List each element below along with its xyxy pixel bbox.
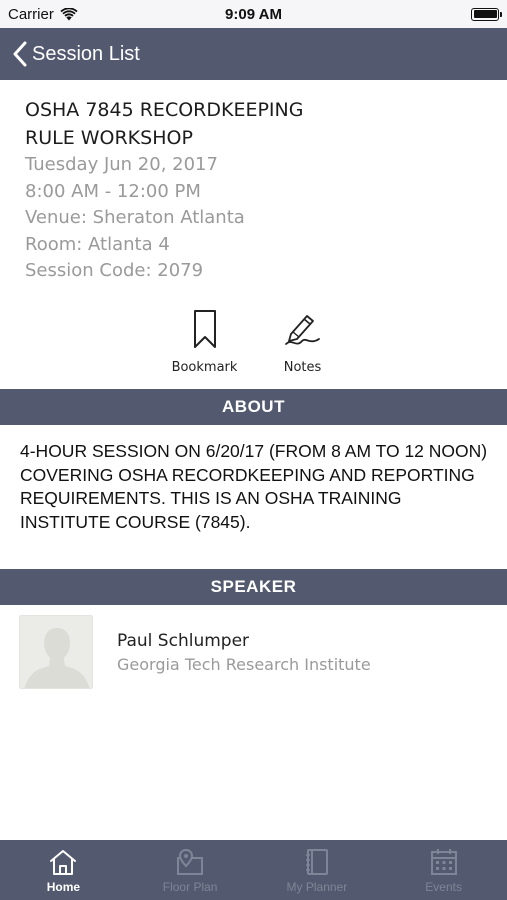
speaker-header: SPEAKER: [0, 569, 507, 605]
tab-events-label: Events: [425, 880, 462, 894]
notes-button[interactable]: Notes: [268, 308, 338, 375]
notes-label: Notes: [283, 360, 322, 375]
nav-bar: Session List: [0, 28, 507, 80]
session-room: Room: Atlanta 4: [25, 233, 170, 255]
tab-home[interactable]: Home: [8, 848, 118, 894]
tab-floor-plan-label: Floor Plan: [162, 880, 218, 894]
calendar-icon: [430, 849, 457, 875]
person-placeholder-icon: [24, 628, 90, 688]
back-label: Session List: [32, 42, 140, 65]
planner-icon: [305, 849, 328, 875]
tab-events[interactable]: Events: [389, 848, 499, 894]
chevron-left-icon: [13, 41, 27, 67]
session-date: Tuesday Jun 20, 2017: [25, 154, 218, 175]
tab-home-label: Home: [46, 880, 81, 894]
home-icon: [50, 850, 77, 875]
tab-bar: Home Floor Plan My Planner Events: [0, 840, 507, 900]
back-button[interactable]: Session List: [12, 41, 140, 67]
wifi-icon: [60, 7, 78, 20]
session-title-line2: RULE WORKSHOP: [25, 127, 193, 149]
session-venue: Venue: Sheraton Atlanta: [25, 207, 245, 228]
session-info: OSHA 7845 RECORDKEEPING RULE WORKSHOP Tu…: [25, 96, 485, 285]
session-actions: Bookmark Notes: [0, 308, 507, 375]
status-bar: Carrier 9:09 AM: [0, 0, 507, 28]
status-left: Carrier: [8, 6, 78, 23]
battery-level: [473, 10, 497, 18]
speaker-row[interactable]: Paul Schlumper Georgia Tech Research Ins…: [19, 615, 489, 689]
speaker-avatar: [19, 615, 93, 689]
speaker-name: Paul Schlumper: [117, 631, 250, 651]
bookmark-icon: [193, 310, 216, 348]
speaker-info: Paul Schlumper Georgia Tech Research Ins…: [117, 629, 371, 677]
battery-icon: [471, 7, 502, 21]
tab-floor-plan[interactable]: Floor Plan: [135, 848, 245, 894]
session-time: 8:00 AM - 12:00 PM: [25, 180, 201, 202]
notes-pen-icon: [284, 315, 320, 345]
bookmark-button[interactable]: Bookmark: [170, 308, 240, 375]
tab-my-planner[interactable]: My Planner: [262, 848, 372, 894]
about-text: 4-HOUR SESSION ON 6/20/17 (FROM 8 AM TO …: [20, 441, 488, 532]
carrier-label: Carrier: [8, 5, 54, 23]
bookmark-label: Bookmark: [171, 360, 238, 375]
session-code: Session Code: 2079: [25, 260, 204, 281]
floor-plan-icon: [177, 848, 204, 875]
speaker-organization: Georgia Tech Research Institute: [117, 655, 371, 674]
session-title-line1: OSHA 7845 RECORDKEEPING: [25, 99, 304, 121]
tab-my-planner-label: My Planner: [286, 880, 348, 894]
about-header: ABOUT: [0, 389, 507, 425]
